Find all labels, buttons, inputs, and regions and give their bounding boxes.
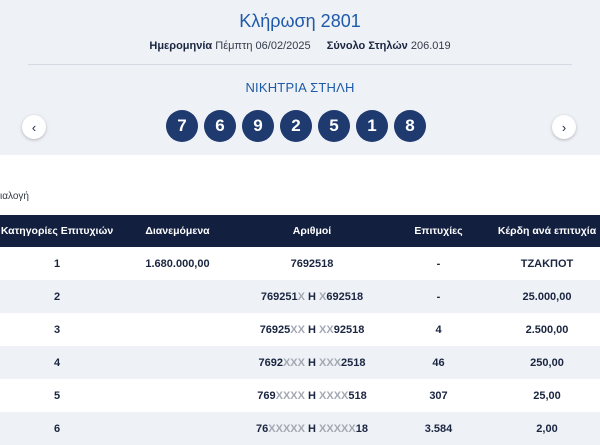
prize-cell: 250,00 [530, 356, 564, 369]
total-label: Σύνολο Στηλών [326, 40, 408, 52]
winning-number-ball: 7 [166, 110, 198, 142]
winners-cell: 4 [435, 323, 442, 336]
winning-number-ball: 5 [318, 110, 350, 142]
date-value: Πέμπτη 06/02/2025 [215, 40, 311, 52]
winning-number-ball: 2 [280, 110, 312, 142]
date-label: Ημερομηνία [149, 40, 213, 52]
draw-summary-panel: Κλήρωση 2801 Ημερομηνία Πέμπτη 06/02/202… [0, 0, 600, 155]
numbers-cell: 769251X Η X692518 [241, 280, 383, 313]
category-cell: 3 [53, 323, 61, 336]
table-row: 3 76925XX Η XX92518 4 2.500,00 [0, 313, 600, 346]
column-header-prize: Κέρδη ανά επιτυχία [497, 225, 597, 237]
masked-digits: XXX [282, 356, 305, 369]
table-body: 1 1.680.000,00 7692518- ΤΖΑΚΠΟΤ 2 769251X Η X… [0, 247, 600, 445]
table-row: 5 769XXXX Η XXXX518 307 25,00 [0, 379, 600, 412]
matched-digits: 2518 [341, 356, 366, 369]
distributed-cell [114, 313, 241, 346]
masked-digits: XXXX [275, 389, 305, 402]
prize-cell: ΤΖΑΚΠΟΤ [520, 257, 574, 270]
numbers-cell: 76925XX Η XX92518 [241, 313, 383, 346]
table-row: 2 769251X Η X692518-25.000,00 [0, 280, 600, 313]
winning-number-ball: 8 [394, 110, 426, 142]
winners-cell: - [436, 290, 441, 303]
column-header-distributed: Διανεμόμενα [145, 225, 210, 237]
matched-digits: 518 [348, 389, 367, 402]
distributed-cell [114, 379, 241, 412]
column-header-numbers: Αριθμοί [292, 225, 332, 237]
category-cell: 6 [53, 422, 61, 435]
numbers-cell: 7692518 [241, 247, 383, 280]
masked-digits: X [297, 290, 305, 303]
matched-digits: Η [304, 422, 320, 435]
column-header-winners: Επιτυχίες [414, 225, 463, 237]
winning-number-ball: 1 [356, 110, 388, 142]
winners-cell: 307 [429, 389, 448, 402]
table-row: 4 7692XXX Η XXX2518 46 250,00 [0, 346, 600, 379]
numbers-cell: 76XXXXX Η XXXXX18 [241, 412, 383, 445]
masked-digits: XX [290, 323, 305, 336]
masked-digits: XXX [319, 356, 342, 369]
matched-digits: 7692518 [290, 257, 334, 270]
draw-meta: Ημερομηνία Πέμπτη 06/02/2025 Σύνολο Στηλ… [0, 40, 600, 52]
matched-digits: 692518 [326, 290, 364, 303]
section-label: ιαλογή [0, 191, 29, 202]
winners-cell: 3.584 [424, 422, 453, 435]
winning-number-ball: 9 [242, 110, 274, 142]
matched-digits: 18 [355, 422, 368, 435]
prize-cell: 25,00 [533, 389, 561, 402]
prize-cell: 25.000,00 [522, 290, 572, 303]
winners-cell: 46 [432, 356, 445, 369]
masked-digits: XX [319, 323, 334, 336]
matched-digits: 76 [256, 422, 269, 435]
previous-draw-button[interactable]: ‹ [22, 115, 46, 139]
masked-digits: XXXX [319, 389, 349, 402]
table-header-row: Κατηγορίες Επιτυχιών Διανεμόμενα Αριθμοί… [0, 215, 600, 247]
winners-cell: - [436, 257, 441, 270]
column-header-category: Κατηγορίες Επιτυχιών [0, 225, 114, 237]
matched-digits: 769251 [260, 290, 298, 303]
prize-table: Κατηγορίες Επιτυχιών Διανεμόμενα Αριθμοί… [0, 215, 600, 445]
matched-digits: Η [304, 290, 320, 303]
table-row: 6 76XXXXX Η XXXXX18 3.584 2,00 [0, 412, 600, 445]
winning-column-title: ΝΙΚΗΤΡΙΑ ΣΤΗΛΗ [245, 80, 355, 95]
matched-digits: Η [304, 389, 320, 402]
numbers-cell: 7692XXX Η XXX2518 [241, 346, 383, 379]
category-cell: 1 [53, 257, 61, 270]
matched-digits: 7692 [258, 356, 283, 369]
masked-digits: XXXXX [268, 422, 305, 435]
numbers-cell: 769XXXX Η XXXX518 [241, 379, 383, 412]
divider [28, 64, 572, 65]
next-draw-button[interactable]: › [552, 115, 576, 139]
prize-cell: 2,00 [536, 422, 558, 435]
total-value: 206.019 [410, 40, 451, 52]
distributed-cell [114, 280, 241, 313]
matched-digits: 76925 [259, 323, 291, 336]
chevron-right-icon: › [561, 119, 567, 135]
matched-digits: 92518 [333, 323, 365, 336]
draw-title: Κλήρωση 2801 [239, 11, 361, 31]
winning-number-ball: 6 [204, 110, 236, 142]
distributed-cell [114, 412, 241, 445]
category-cell: 5 [53, 389, 61, 402]
winning-numbers: 7 6 9 2 5 1 8 [166, 110, 432, 142]
category-cell: 4 [53, 356, 61, 369]
matched-digits: Η [304, 356, 320, 369]
matched-digits: 769 [257, 389, 276, 402]
distributed-cell: 1.680.000,00 [145, 257, 210, 270]
distributed-cell [114, 346, 241, 379]
masked-digits: XXXXX [319, 422, 356, 435]
chevron-left-icon: ‹ [31, 119, 37, 135]
matched-digits: Η [304, 323, 320, 336]
category-cell: 2 [53, 290, 61, 303]
table-row: 1 1.680.000,00 7692518 - ΤΖΑΚΠΟΤ [0, 247, 600, 280]
prize-cell: 2.500,00 [525, 323, 569, 336]
